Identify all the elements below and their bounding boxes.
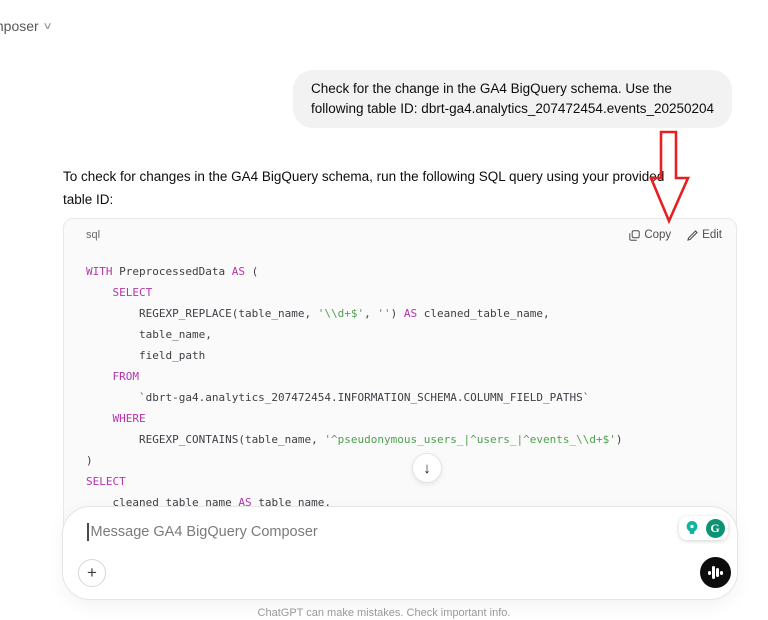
code-actions: Copy Edit [629, 229, 722, 241]
edit-icon [687, 229, 698, 241]
code-line: REGEXP_REPLACE(table_name, '\\d+$', '') … [86, 307, 550, 320]
composer: Message GA4 BigQuery Composer G + [62, 506, 738, 600]
user-message-line: following table ID: dbrt-ga4.analytics_2… [311, 101, 715, 116]
code-block-header: sql Copy Edit [64, 219, 736, 243]
assistant-message-line: To check for changes in the GA4 BigQuery… [63, 169, 665, 184]
arrow-down-icon: ↓ [423, 459, 431, 477]
voice-wave-icon [708, 566, 723, 579]
code-line: field_path [86, 349, 206, 362]
model-switcher-label: mposer [0, 18, 39, 34]
model-switcher[interactable]: mposer ∨ [0, 18, 53, 34]
assistant-message-line: table ID: [63, 192, 114, 207]
copy-icon [629, 229, 641, 241]
message-input-placeholder: Message GA4 BigQuery Composer [90, 524, 318, 540]
edit-label: Edit [702, 229, 722, 241]
code-line: SELECT [112, 286, 153, 299]
code-line: table_name, [86, 328, 212, 341]
edit-button[interactable]: Edit [687, 229, 722, 241]
attach-button[interactable]: + [78, 559, 106, 587]
scroll-to-bottom-button[interactable]: ↓ [412, 453, 442, 483]
assistant-message: To check for changes in the GA4 BigQuery… [63, 165, 763, 211]
text-caret [87, 523, 89, 541]
code-content: WITH PreprocessedData AS ( SELECT REGEXP… [64, 261, 736, 513]
code-line: `dbrt-ga4.analytics_207472454.INFORMATIO… [86, 391, 590, 404]
message-input[interactable]: Message GA4 BigQuery Composer [87, 523, 673, 541]
code-line: SELECT [86, 475, 126, 488]
code-line: REGEXP_CONTAINS(table_name, '^pseudonymo… [86, 433, 623, 446]
copy-button[interactable]: Copy [629, 229, 671, 241]
code-line: WITH PreprocessedData AS ( [86, 265, 259, 278]
copy-label: Copy [644, 229, 672, 241]
code-line: ) [86, 454, 93, 467]
user-message-bubble: Check for the change in the GA4 BigQuery… [293, 70, 733, 128]
chevron-down-icon: ∨ [42, 20, 53, 32]
plus-icon: + [87, 562, 97, 582]
extensions-pill: G [679, 516, 728, 540]
code-line: FROM [112, 370, 140, 383]
g-badge: G [705, 518, 725, 538]
voice-mode-button[interactable] [700, 557, 731, 588]
footer-disclaimer: ChatGPT can make mistakes. Check importa… [257, 607, 511, 619]
code-line: WHERE [112, 412, 146, 425]
code-block: sql Copy Edit WITH PreprocessedData AS (… [63, 218, 737, 548]
grammarly-extension-icon[interactable]: G [705, 518, 725, 538]
code-language-label: sql [86, 229, 101, 241]
lightbulb-extension-icon[interactable] [682, 518, 702, 538]
user-message-line: Check for the change in the GA4 BigQuery… [311, 81, 672, 96]
